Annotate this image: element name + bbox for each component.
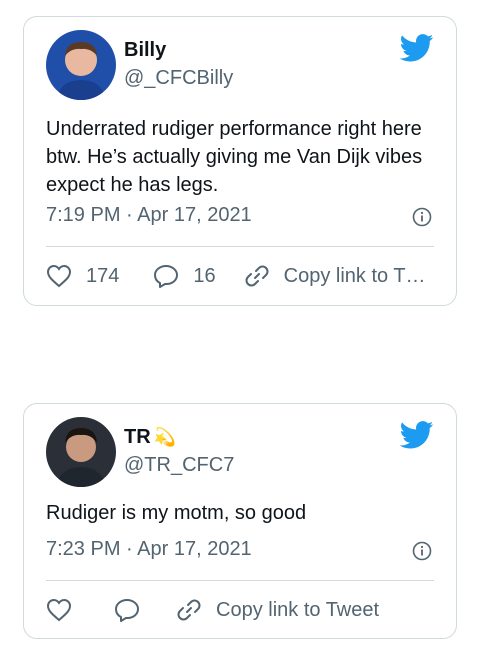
author-name[interactable]: Billy <box>124 39 166 62</box>
tweet-timestamp[interactable]: 7:19 PM · Apr 17, 2021 <box>46 204 252 227</box>
reply-count: 16 <box>193 264 216 287</box>
author-name-text: TR <box>124 426 151 448</box>
action-bar: Copy link to Tweet <box>46 595 434 625</box>
tweet-timestamp[interactable]: 7:23 PM · Apr 17, 2021 <box>46 538 252 561</box>
author-emoji: 💫 <box>153 427 177 447</box>
reply-icon <box>154 265 179 288</box>
tweet-text: Rudiger is my motm, so good <box>46 502 307 524</box>
avatar[interactable] <box>46 417 116 487</box>
author-handle[interactable]: @TR_CFC7 <box>124 454 234 477</box>
info-icon[interactable] <box>412 541 432 561</box>
twitter-bird-icon[interactable] <box>399 421 434 449</box>
link-icon <box>177 599 201 621</box>
author-handle[interactable]: @_CFCBilly <box>124 67 233 90</box>
author-name[interactable]: TR 💫 <box>124 426 176 449</box>
divider <box>46 580 434 581</box>
reply-button[interactable] <box>114 598 140 622</box>
link-icon <box>245 265 269 287</box>
heart-icon <box>46 598 72 622</box>
like-button[interactable] <box>46 598 72 622</box>
copy-link-label: Copy link to T… <box>283 264 426 287</box>
tweet-card[interactable]: TR 💫 @TR_CFC7 Rudiger is my motm, so goo… <box>23 403 457 639</box>
reply-icon <box>115 599 139 622</box>
reply-button[interactable]: 16 <box>153 264 216 288</box>
info-icon[interactable] <box>412 207 432 227</box>
copy-link-label: Copy link to Tweet <box>216 598 380 621</box>
heart-icon <box>46 264 72 288</box>
avatar[interactable] <box>46 30 116 100</box>
tweet-text: Underrated rudiger performance right her… <box>46 118 423 196</box>
copy-link-button[interactable]: Copy link to T… <box>244 263 426 289</box>
copy-link-button[interactable]: Copy link to Tweet <box>176 597 379 623</box>
like-button[interactable]: 174 <box>46 264 119 288</box>
twitter-bird-icon[interactable] <box>399 34 434 62</box>
divider <box>46 246 434 247</box>
tweet-card[interactable]: Billy @_CFCBilly Underrated rudiger perf… <box>23 16 457 306</box>
action-bar: 174 16 Copy link to T… <box>46 261 434 291</box>
like-count: 174 <box>86 264 120 287</box>
